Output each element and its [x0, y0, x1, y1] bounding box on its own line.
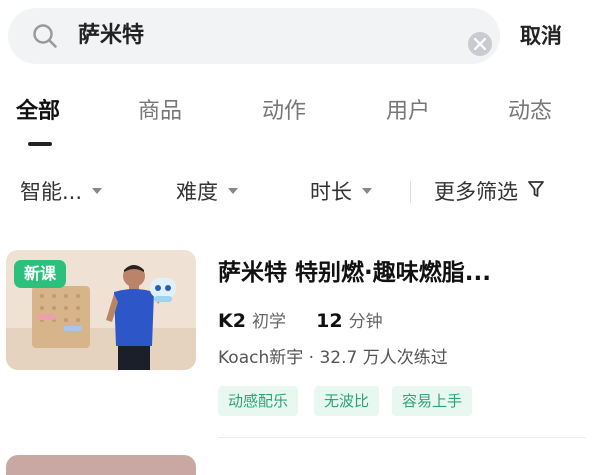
- filter-more-label: 更多筛选: [434, 180, 518, 204]
- filter-divider: [410, 181, 411, 203]
- course-tag: 无波比: [314, 386, 380, 416]
- filter-sort[interactable]: 智能...: [20, 178, 103, 206]
- tab-products[interactable]: 商品: [138, 98, 182, 126]
- course-level-text: 初学: [252, 312, 286, 332]
- search-input[interactable]: 萨米特: [78, 16, 438, 56]
- course-duration-value: 12: [316, 310, 343, 332]
- filter-difficulty-label: 难度: [176, 180, 218, 204]
- new-course-badge: 新课: [14, 260, 66, 288]
- tab-posts[interactable]: 动态: [508, 98, 552, 126]
- card-divider: [218, 437, 586, 438]
- search-icon: [32, 23, 58, 49]
- tab-all[interactable]: 全部: [16, 98, 60, 126]
- tab-users[interactable]: 用户: [386, 98, 430, 126]
- tab-active-indicator: [28, 142, 52, 146]
- filter-more[interactable]: 更多筛选: [434, 178, 544, 206]
- chevron-down-icon: [228, 188, 238, 194]
- course-level-code: K2: [218, 310, 246, 332]
- funnel-icon: [528, 177, 544, 205]
- course-thumbnail[interactable]: 新课: [6, 250, 196, 370]
- filter-sort-label: 智能...: [20, 180, 83, 204]
- course-meta: K2 初学 12 分钟: [218, 308, 383, 335]
- chevron-down-icon: [92, 188, 103, 194]
- cancel-button[interactable]: 取消: [520, 22, 562, 50]
- tab-exercises[interactable]: 动作: [262, 98, 306, 126]
- next-course-thumbnail[interactable]: [6, 455, 196, 475]
- course-author-stats: Koach新宇 · 32.7 万人次练过: [218, 348, 448, 368]
- filter-duration[interactable]: 时长: [310, 178, 372, 206]
- filter-difficulty[interactable]: 难度: [176, 178, 238, 206]
- chevron-down-icon: [362, 188, 372, 194]
- filter-duration-label: 时长: [310, 180, 352, 204]
- course-tag: 动感配乐: [218, 386, 299, 416]
- course-tag: 容易上手: [392, 386, 473, 416]
- clear-icon[interactable]: [468, 32, 492, 56]
- search-bar[interactable]: 萨米特: [8, 8, 500, 64]
- course-duration-unit: 分钟: [348, 312, 383, 332]
- course-title[interactable]: 萨米特 特别燃·趣味燃脂...: [218, 258, 558, 288]
